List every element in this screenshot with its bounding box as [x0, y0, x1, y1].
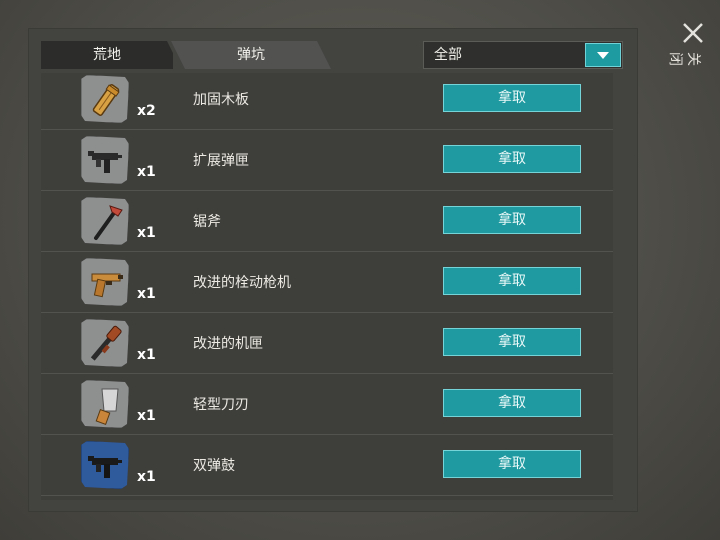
item-quantity: x1: [137, 469, 156, 485]
filter-selected-value: 全部: [434, 47, 462, 63]
close-label: 关闭: [667, 52, 701, 66]
item-quantity: x1: [137, 164, 156, 180]
shotgun-icon: [90, 325, 122, 361]
item-name: 改进的机匣: [193, 336, 263, 352]
take-button[interactable]: 拿取: [443, 450, 581, 478]
item-icon-frame: [81, 380, 129, 428]
item-icon-frame: [81, 441, 129, 489]
chevron-down-icon: [597, 52, 609, 59]
item-name: 改进的栓动枪机: [193, 275, 291, 291]
list-item: x1 轻型刀刃 拿取: [41, 374, 613, 435]
plank-icon: [92, 84, 120, 116]
list-item: x1 改进的机匣 拿取: [41, 313, 613, 374]
axe-icon: [94, 205, 123, 240]
item-icon-frame: [81, 75, 129, 123]
list-item: x1 双弹鼓 拿取: [41, 435, 613, 496]
item-icon-frame: [81, 258, 129, 306]
loot-panel: 荒地 弹坑 全部 x2 加固木板 拿取 x1 扩展弹匣 拿取 x1 锯斧 拿取 …: [28, 28, 638, 512]
item-quantity: x1: [137, 286, 156, 302]
take-button[interactable]: 拿取: [443, 389, 581, 417]
item-name: 轻型刀刃: [193, 397, 249, 413]
item-list[interactable]: x2 加固木板 拿取 x1 扩展弹匣 拿取 x1 锯斧 拿取 x1 改进的栓动枪…: [41, 73, 613, 500]
take-button[interactable]: 拿取: [443, 328, 581, 356]
item-quantity: x2: [137, 103, 156, 119]
item-name: 双弹鼓: [193, 458, 235, 474]
list-item-partial: [41, 496, 613, 500]
item-quantity: x1: [137, 225, 156, 241]
close-icon: [683, 23, 703, 43]
take-button[interactable]: 拿取: [443, 145, 581, 173]
take-button[interactable]: 拿取: [443, 84, 581, 112]
list-item: x1 改进的栓动枪机 拿取: [41, 252, 613, 313]
item-icon-frame: [81, 197, 129, 245]
tab-crater[interactable]: 弹坑: [171, 41, 331, 69]
pistol-icon: [91, 273, 123, 298]
tab-wasteland[interactable]: 荒地: [41, 41, 173, 69]
item-quantity: x1: [137, 408, 156, 424]
item-icon-frame: [81, 136, 129, 184]
item-name: 锯斧: [193, 214, 221, 230]
smg-icon: [88, 456, 122, 478]
list-item: x2 加固木板 拿取: [41, 73, 613, 130]
cleaver-icon: [95, 388, 119, 425]
list-item: x1 扩展弹匣 拿取: [41, 130, 613, 191]
take-button[interactable]: 拿取: [443, 267, 581, 295]
smg-icon: [88, 151, 122, 173]
item-quantity: x1: [137, 347, 156, 363]
dropdown-toggle-button[interactable]: [585, 43, 621, 67]
filter-dropdown[interactable]: 全部: [423, 41, 623, 69]
take-button[interactable]: 拿取: [443, 206, 581, 234]
item-icon-frame: [81, 319, 129, 367]
item-name: 扩展弹匣: [193, 153, 249, 169]
item-name: 加固木板: [193, 92, 249, 108]
list-item: x1 锯斧 拿取: [41, 191, 613, 252]
